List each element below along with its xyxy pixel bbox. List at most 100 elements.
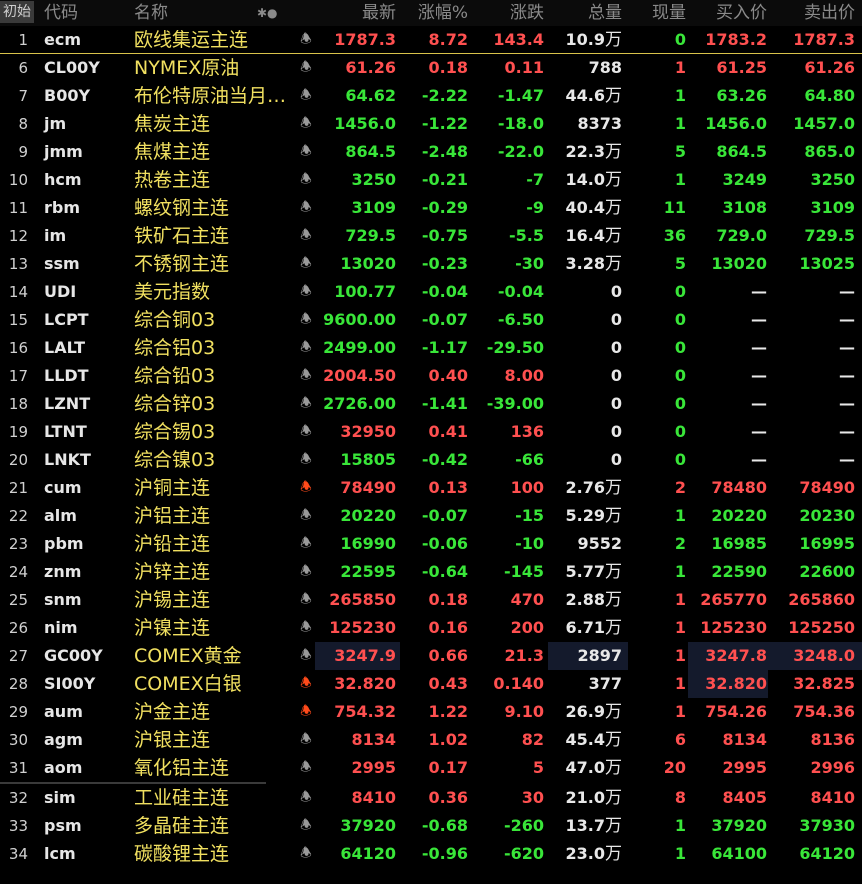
table-row[interactable]: 29 aum 沪金主连 🕭 754.32 1.22 9.10 26.9万 1 754.26 754.…: [0, 698, 862, 726]
bell-icon[interactable]: 🕭: [297, 754, 315, 782]
marker-header[interactable]: ✱●: [257, 0, 278, 26]
total-volume: 0: [550, 418, 622, 446]
bell-icon[interactable]: 🕭: [297, 642, 315, 670]
change-percent: 0.18: [428, 58, 468, 77]
col-chg-header[interactable]: 涨跌: [470, 0, 544, 26]
bell-icon[interactable]: 🕭: [297, 166, 315, 194]
table-row[interactable]: 14 UDI 美元指数 🕭 100.77 -0.04 -0.04 0 0 — —: [0, 278, 862, 306]
table-row[interactable]: 30 agm 沪银主连 🕭 8134 1.02 82 45.4万 6 8134 8136: [0, 726, 862, 754]
ask-price: 32.825: [793, 674, 855, 693]
table-row[interactable]: 33 psm 多晶硅主连 🕭 37920 -0.68 -260 13.7万 1 37920 3793…: [0, 812, 862, 840]
table-row[interactable]: 32 sim 工业硅主连 🕭 8410 0.36 30 21.0万 8 8405 8410: [0, 784, 862, 812]
col-cur-header[interactable]: 现量: [628, 0, 686, 26]
row-index: 34: [8, 845, 28, 863]
table-row[interactable]: 16 LALT 综合铝03 🕭 2499.00 -1.17 -29.50 0 0 — —: [0, 334, 862, 362]
change-value: 30: [521, 788, 544, 807]
total-volume: 788: [550, 54, 622, 82]
bell-icon[interactable]: 🕭: [297, 362, 315, 390]
contract-code: LZNT: [44, 394, 91, 413]
bell-icon[interactable]: 🕭: [297, 502, 315, 530]
last-price: 2004.50: [323, 366, 396, 385]
table-row[interactable]: 15 LCPT 综合铜03 🕭 9600.00 -0.07 -6.50 0 0 — —: [0, 306, 862, 334]
table-row[interactable]: 19 LTNT 综合锡03 🕭 32950 0.41 136 0 0 — —: [0, 418, 862, 446]
col-vol-header[interactable]: 总量: [550, 0, 622, 26]
change-value: 200: [510, 618, 544, 637]
volume-value: 2.88: [565, 590, 605, 609]
table-row[interactable]: 31 aom 氧化铝主连 🕭 2995 0.17 5 47.0万 20 2995 2996: [0, 754, 862, 782]
table-row[interactable]: 23 pbm 沪铅主连 🕭 16990 -0.06 -10 9552 2 16985 16995: [0, 530, 862, 558]
volume-value: 40.4: [565, 198, 605, 217]
col-name-header[interactable]: 名称: [134, 0, 168, 26]
bell-icon[interactable]: 🕭: [297, 698, 315, 726]
table-row[interactable]: 9 jmm 焦煤主连 🕭 864.5 -2.48 -22.0 22.3万 5 864.5 865.0: [0, 138, 862, 166]
bell-icon[interactable]: 🕭: [297, 54, 315, 82]
total-volume: 6.71万: [550, 614, 622, 642]
table-row[interactable]: 28 SI00Y COMEX白银 🕭 32.820 0.43 0.140 377 1 32.820…: [0, 670, 862, 698]
table-row[interactable]: 6 CL00Y NYMEX原油 🕭 61.26 0.18 0.11 788 1 61.25 61.2…: [0, 54, 862, 82]
row-index: 12: [8, 227, 28, 245]
current-volume: 0: [674, 450, 686, 469]
bell-icon[interactable]: 🕭: [297, 784, 315, 812]
change-value: -66: [515, 450, 544, 469]
table-row[interactable]: 27 GC00Y COMEX黄金 🕭 3247.9 0.66 21.3 2897 1 3247.8…: [0, 642, 862, 670]
init-button[interactable]: 初始: [0, 1, 34, 23]
table-row[interactable]: 21 cum 沪铜主连 🕭 78490 0.13 100 2.76万 2 78480 78490: [0, 474, 862, 502]
bell-icon[interactable]: 🕭: [297, 474, 315, 502]
table-row[interactable]: 11 rbm 螺纹钢主连 🕭 3109 -0.29 -9 40.4万 11 3108 3109: [0, 194, 862, 222]
table-row[interactable]: 22 alm 沪铝主连 🕭 20220 -0.07 -15 5.29万 1 20220 20230: [0, 502, 862, 530]
bell-icon[interactable]: 🕭: [297, 614, 315, 642]
col-bid-header[interactable]: 买入价: [690, 0, 767, 26]
table-row[interactable]: 26 nim 沪镍主连 🕭 125230 0.16 200 6.71万 1 125230 12525…: [0, 614, 862, 642]
contract-code: UDI: [44, 282, 77, 301]
col-code-header[interactable]: 代码: [44, 0, 78, 26]
change-percent: 0.66: [428, 646, 468, 665]
col-chgp-header[interactable]: 涨幅%: [400, 0, 468, 26]
bell-icon[interactable]: 🕭: [297, 250, 315, 278]
bell-icon[interactable]: 🕭: [297, 334, 315, 362]
bell-icon[interactable]: 🕭: [297, 670, 315, 698]
total-volume: 0: [550, 362, 622, 390]
table-row[interactable]: 34 lcm 碳酸锂主连 🕭 64120 -0.96 -620 23.0万 1 64100 6412…: [0, 840, 862, 868]
bell-icon[interactable]: 🕭: [297, 138, 315, 166]
bell-icon[interactable]: 🕭: [297, 306, 315, 334]
bell-icon[interactable]: 🕭: [297, 82, 315, 110]
bell-icon[interactable]: 🕭: [297, 558, 315, 586]
table-row[interactable]: 1 ecm 欧线集运主连 🕭 1787.3 8.72 143.4 10.9万 0 1783.2 17…: [0, 26, 862, 54]
table-row[interactable]: 13 ssm 不锈钢主连 🕭 13020 -0.23 -30 3.28万 5 13020 13025: [0, 250, 862, 278]
bell-icon[interactable]: 🕭: [297, 726, 315, 754]
bell-icon[interactable]: 🕭: [297, 812, 315, 840]
volume-value: 8373: [577, 114, 622, 133]
bell-icon[interactable]: 🕭: [297, 26, 315, 54]
bell-icon[interactable]: 🕭: [297, 110, 315, 138]
table-row[interactable]: 17 LLDT 综合铅03 🕭 2004.50 0.40 8.00 0 0 — —: [0, 362, 862, 390]
table-row[interactable]: 24 znm 沪锌主连 🕭 22595 -0.64 -145 5.77万 1 22590 22600: [0, 558, 862, 586]
table-row[interactable]: 18 LZNT 综合锌03 🕭 2726.00 -1.41 -39.00 0 0 — —: [0, 390, 862, 418]
bell-icon[interactable]: 🕭: [297, 390, 315, 418]
table-row[interactable]: 8 jm 焦炭主连 🕭 1456.0 -1.22 -18.0 8373 1 1456.0 1457.…: [0, 110, 862, 138]
row-index: 24: [8, 563, 28, 581]
bell-icon[interactable]: 🕭: [297, 840, 315, 868]
col-ask-header[interactable]: 卖出价: [770, 0, 855, 26]
contract-name: COMEX黄金: [134, 645, 242, 667]
table-row[interactable]: 25 snm 沪锡主连 🕭 265850 0.18 470 2.88万 1 265770 26586…: [0, 586, 862, 614]
table-row[interactable]: 20 LNKT 综合镍03 🕭 15805 -0.42 -66 0 0 — —: [0, 446, 862, 474]
table-row[interactable]: 10 hcm 热卷主连 🕭 3250 -0.21 -7 14.0万 1 3249 3250: [0, 166, 862, 194]
contract-name: 美元指数: [134, 281, 211, 303]
bell-icon[interactable]: 🕭: [297, 586, 315, 614]
contract-name: 沪铜主连: [134, 477, 211, 499]
table-row[interactable]: 7 B00Y 布伦特原油当月… 🕭 64.62 -2.22 -1.47 44.6万 1 63.26…: [0, 82, 862, 110]
col-last-header[interactable]: 最新: [315, 0, 396, 26]
bell-icon[interactable]: 🕭: [297, 278, 315, 306]
bell-icon[interactable]: 🕭: [297, 194, 315, 222]
bell-icon[interactable]: 🕭: [297, 418, 315, 446]
last-price: 78490: [340, 478, 396, 497]
bell-icon[interactable]: 🕭: [297, 530, 315, 558]
change-value: 0.11: [504, 58, 544, 77]
bell-icon[interactable]: 🕭: [297, 222, 315, 250]
row-index: 13: [8, 255, 28, 273]
last-price: 64120: [340, 844, 396, 863]
current-volume: 1: [674, 506, 686, 525]
bell-icon[interactable]: 🕭: [297, 446, 315, 474]
ask-price: 22600: [799, 562, 855, 581]
table-row[interactable]: 12 im 铁矿石主连 🕭 729.5 -0.75 -5.5 16.4万 36 729.0 729.…: [0, 222, 862, 250]
